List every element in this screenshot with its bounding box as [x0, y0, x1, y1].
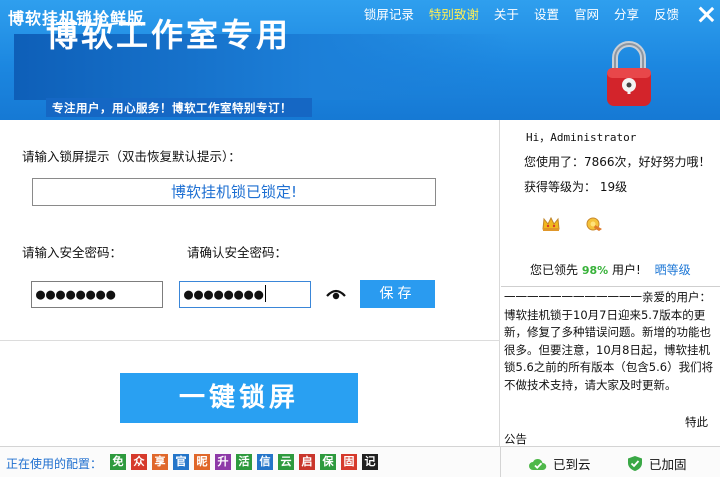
banner-title: 博软工作室专用	[46, 16, 292, 54]
nav-share[interactable]: 分享	[614, 4, 639, 23]
nav-special-thanks[interactable]: 特别致谢	[429, 4, 479, 23]
save-button[interactable]: 保存	[360, 280, 435, 308]
text-caret	[265, 285, 267, 302]
close-icon[interactable]	[696, 5, 716, 23]
reinforced-status-label: 已加固	[649, 457, 687, 472]
rank-suffix: 用户!	[612, 263, 641, 277]
padlock-icon	[607, 41, 651, 106]
confirm-password-mask: ●●●●●●●●	[184, 285, 265, 303]
user-greeting: Hi，Administrator	[526, 131, 637, 144]
rank-text: 您已领先 98% 用户! 晒等级	[530, 261, 691, 278]
config-chip[interactable]: 固	[341, 454, 357, 470]
config-chip[interactable]: 保	[320, 454, 336, 470]
password-mask: ●●●●●●●●	[36, 285, 117, 303]
hint-label: 请输入锁屏提示（双击恢复默认提示）：	[22, 149, 241, 164]
usage-count: 您使用了：7866次，好好努力哦！	[524, 155, 711, 169]
confirm-password-label: 请确认安全密码：	[187, 245, 288, 260]
shield-check-icon	[628, 456, 642, 471]
nav-feedback[interactable]: 反馈	[654, 4, 679, 23]
config-chip[interactable]: 信	[257, 454, 273, 470]
user-level: 获得等级为： 19级	[524, 180, 628, 194]
config-label: 正在使用的配置：	[6, 457, 103, 471]
reinforced-status[interactable]: 已加固	[627, 454, 687, 473]
config-chip[interactable]: 官	[173, 454, 189, 470]
config-chip[interactable]: 免	[110, 454, 126, 470]
crown-badge-icon	[542, 216, 560, 231]
medal-badge-icon	[586, 217, 602, 231]
config-chip[interactable]: 活	[236, 454, 252, 470]
notice-text: 一一一一一一一一一一一一亲爱的用户：博软挂机锁于10月7日迎来5.7版本的更新，…	[504, 290, 714, 392]
status-area: 已到云 已加固	[500, 447, 720, 477]
divider	[0, 340, 500, 341]
nav-lock-log[interactable]: 锁屏记录	[364, 4, 414, 23]
bottom-bar: 正在使用的配置： 免众享官昵升活信云启保固记 已到云 已加固	[0, 446, 720, 477]
header-bar: 博软挂机锁抢鲜版 锁屏记录 特别致谢 关于 设置 官网 分享 反馈 博软工作室专…	[0, 0, 720, 120]
rank-prefix: 您已领先	[530, 263, 579, 277]
notice-special: 特此	[685, 415, 708, 429]
confirm-password-input[interactable]: ●●●●●●●●	[179, 281, 311, 308]
eye-icon[interactable]	[326, 288, 346, 300]
config-chip[interactable]: 启	[299, 454, 315, 470]
password-label: 请输入安全密码：	[22, 245, 123, 260]
config-chip[interactable]: 昵	[194, 454, 210, 470]
top-nav: 锁屏记录 特别致谢 关于 设置 官网 分享 反馈	[364, 4, 716, 23]
notice-panel: 一一一一一一一一一一一一亲爱的用户：博软挂机锁于10月7日迎来5.7版本的更新，…	[501, 286, 720, 446]
config-chip[interactable]: 记	[362, 454, 378, 470]
config-chip-list: 免众享官昵升活信云启保固记	[110, 454, 383, 470]
password-input[interactable]: ●●●●●●●●	[31, 281, 163, 308]
cloud-status[interactable]: 已到云	[529, 454, 591, 473]
config-chip[interactable]: 享	[152, 454, 168, 470]
cloud-status-label: 已到云	[553, 457, 591, 472]
one-click-lock-button[interactable]: 一键锁屏	[120, 373, 358, 423]
show-level-link[interactable]: 晒等级	[655, 263, 691, 277]
nav-website[interactable]: 官网	[574, 4, 599, 23]
banner-slogan: 专注用户，用心服务！博软工作室特别专订！	[52, 101, 292, 115]
notice-footer: 公告	[504, 432, 527, 446]
config-chip[interactable]: 云	[278, 454, 294, 470]
rank-percent: 98%	[581, 264, 609, 277]
cloud-check-icon	[529, 458, 547, 470]
nav-settings[interactable]: 设置	[534, 4, 559, 23]
lock-settings-panel: 请输入锁屏提示（双击恢复默认提示）： 博软挂机锁已锁定! 请输入安全密码： 请确…	[0, 120, 500, 446]
user-info-panel: Hi，Administrator 您使用了：7866次，好好努力哦！ 获得等级为…	[501, 120, 720, 286]
lock-hint-input[interactable]: 博软挂机锁已锁定!	[32, 178, 436, 206]
nav-about[interactable]: 关于	[494, 4, 519, 23]
config-chip[interactable]: 升	[215, 454, 231, 470]
config-chip[interactable]: 众	[131, 454, 147, 470]
